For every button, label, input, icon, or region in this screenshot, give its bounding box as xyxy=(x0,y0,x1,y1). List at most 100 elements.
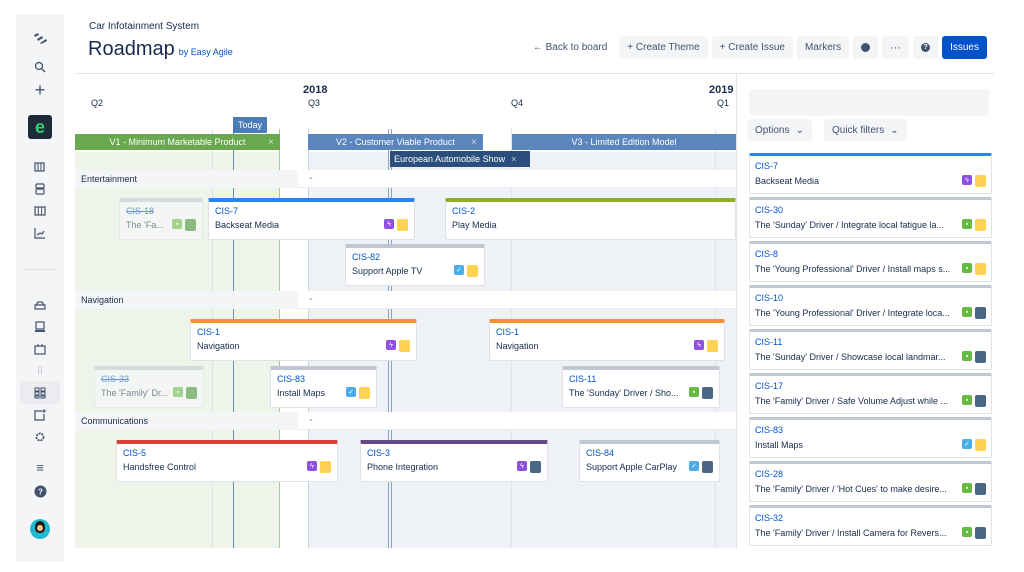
swimlane-header[interactable]: Entertainment ⌄ xyxy=(75,170,736,188)
reports-icon[interactable] xyxy=(16,222,64,244)
back-to-board-button[interactable]: ← Back to board xyxy=(525,36,615,59)
help-icon: ? xyxy=(921,43,931,52)
easy-agile-logo-icon[interactable]: e xyxy=(28,115,52,139)
issue-key[interactable]: CIS-2 xyxy=(452,206,475,216)
roadmap-card[interactable]: CIS-2 Play Media xyxy=(445,198,736,240)
more-button[interactable]: ··· xyxy=(882,36,910,59)
today-marker: Today xyxy=(233,117,267,133)
search-icon[interactable] xyxy=(16,56,64,78)
quick-filters-dropdown[interactable]: Quick filters ⌄ xyxy=(824,119,907,141)
issue-key[interactable]: CIS-83 xyxy=(277,374,305,384)
version-bar-v3[interactable]: V3 - Limited Edition Model xyxy=(512,134,736,150)
list-item[interactable]: CIS-17 The 'Family' Driver / Safe Volume… xyxy=(749,373,992,414)
avatar[interactable] xyxy=(30,519,50,539)
list-item[interactable]: CIS-30 The 'Sunday' Driver / Integrate l… xyxy=(749,197,992,238)
priority-icon xyxy=(975,483,986,495)
issue-key[interactable]: CIS-18 xyxy=(126,206,154,216)
create-issue-button[interactable]: + Create Issue xyxy=(711,36,793,59)
issue-summary: Backseat Media xyxy=(755,176,820,186)
issue-key[interactable]: CIS-10 xyxy=(755,293,783,303)
plus-icon[interactable]: + xyxy=(16,79,64,101)
version-bar-v2[interactable]: V2 - Customer Viable Product × xyxy=(308,134,483,150)
releases-icon[interactable] xyxy=(16,294,64,316)
issue-key[interactable]: CIS-82 xyxy=(352,252,380,262)
issue-key[interactable]: CIS-7 xyxy=(755,161,778,171)
issue-key[interactable]: CIS-8 xyxy=(755,249,778,259)
issue-key[interactable]: CIS-33 xyxy=(101,374,129,384)
roadmap-card[interactable]: CIS-18 The 'Fa... ▪ xyxy=(119,198,203,240)
roadmap-icon[interactable] xyxy=(20,382,60,404)
chevron-down-icon[interactable]: ⌄ xyxy=(308,294,314,302)
issue-key[interactable]: CIS-83 xyxy=(755,425,783,435)
roadmap-card[interactable]: CIS-1 Navigation ϟ xyxy=(489,319,725,361)
issue-key[interactable]: CIS-84 xyxy=(586,448,614,458)
roadmap-card[interactable]: CIS-7 Backseat Media ϟ xyxy=(208,198,415,240)
issue-key[interactable]: CIS-17 xyxy=(755,381,783,391)
backlog-icon[interactable] xyxy=(16,156,64,178)
quarter-label: Q3 xyxy=(308,98,321,108)
columns-icon[interactable] xyxy=(16,200,64,222)
issue-key[interactable]: CIS-7 xyxy=(215,206,238,216)
issue-key[interactable]: CIS-11 xyxy=(755,337,782,347)
add-item-icon[interactable] xyxy=(16,404,64,426)
version-bar-v1[interactable]: V1 - Minimum Marketable Product × xyxy=(75,134,280,150)
issues-button[interactable]: Issues xyxy=(942,36,987,59)
issues-search-input[interactable] xyxy=(749,89,989,116)
list-item[interactable]: CIS-11 The 'Sunday' Driver / Showcase lo… xyxy=(749,329,992,370)
issue-summary: The 'Young Professional' Driver / Integr… xyxy=(755,308,950,318)
menu-icon[interactable]: ≡ xyxy=(16,456,64,478)
chevron-down-icon: ⌄ xyxy=(795,124,804,136)
version-label: V1 - Minimum Marketable Product xyxy=(109,137,246,147)
swimlane-label: Navigation xyxy=(75,291,298,309)
roadmap-card[interactable]: CIS-3 Phone Integration ϟ xyxy=(360,440,548,482)
roadmap-card[interactable]: CIS-5 Handsfree Control ϟ xyxy=(116,440,338,482)
markers-button[interactable]: Markers xyxy=(796,36,850,59)
roadmap-card[interactable]: CIS-11 The 'Sunday' Driver / Sho... ▪ xyxy=(562,366,720,408)
priority-icon xyxy=(702,461,713,473)
breadcrumb[interactable]: Car Infotainment System xyxy=(89,21,199,32)
issue-key[interactable]: CIS-11 xyxy=(569,374,596,384)
list-item[interactable]: CIS-28 The 'Family' Driver / 'Hot Cues' … xyxy=(749,461,992,502)
issue-key[interactable]: CIS-1 xyxy=(197,327,220,337)
roadmap-card[interactable]: CIS-33 The 'Family' Dr... ▪ xyxy=(94,366,204,408)
swimlane-header[interactable]: Communications ⌄ xyxy=(75,412,736,430)
calendar-icon[interactable] xyxy=(16,338,64,360)
list-item[interactable]: CIS-32 The 'Family' Driver / Install Cam… xyxy=(749,505,992,546)
roadmap-card[interactable]: CIS-82 Support Apple TV ✓ xyxy=(345,244,485,286)
options-dropdown[interactable]: Options ⌄ xyxy=(747,119,812,141)
swimlane-header[interactable]: Navigation ⌄ xyxy=(75,291,736,309)
issue-key[interactable]: CIS-3 xyxy=(367,448,390,458)
close-icon[interactable]: × xyxy=(471,137,477,148)
create-theme-button[interactable]: + Create Theme xyxy=(619,36,708,59)
issue-summary: The 'Sunday' Driver / Sho... xyxy=(569,388,679,398)
issue-summary: The 'Young Professional' Driver / Instal… xyxy=(755,264,951,274)
settings-icon[interactable] xyxy=(16,426,64,448)
marker-european-automobile-show[interactable]: European Automobile Show × xyxy=(390,151,530,167)
roadmap-card[interactable]: CIS-1 Navigation ϟ xyxy=(190,319,417,361)
roadmap-card[interactable]: CIS-83 Install Maps ✓ xyxy=(270,366,377,408)
close-icon[interactable]: × xyxy=(511,154,516,164)
issue-key[interactable]: CIS-1 xyxy=(496,327,519,337)
jira-logo-icon[interactable] xyxy=(16,26,64,48)
board-icon[interactable] xyxy=(16,178,64,200)
components-icon[interactable]: ⁞⁞ xyxy=(16,360,64,382)
chevron-down-icon[interactable]: ⌄ xyxy=(308,415,314,423)
help-button[interactable]: ? xyxy=(913,36,939,59)
help-icon[interactable]: ? xyxy=(16,480,64,502)
chevron-down-icon[interactable]: ⌄ xyxy=(308,173,314,181)
roadmap-card[interactable]: CIS-84 Support Apple CarPlay ✓ xyxy=(579,440,720,482)
history-button[interactable] xyxy=(853,36,879,59)
list-item[interactable]: CIS-83 Install Maps ✓ xyxy=(749,417,992,458)
story-icon: ▪ xyxy=(962,263,972,273)
close-icon[interactable]: × xyxy=(268,137,274,148)
roadmap-timeline[interactable]: 2018 2019 Q2 Q3 Q4 Q1 Today V1 - Minimum… xyxy=(75,74,736,548)
list-item[interactable]: CIS-10 The 'Young Professional' Driver /… xyxy=(749,285,992,326)
page-subtitle[interactable]: by Easy Agile xyxy=(179,47,233,57)
deployments-icon[interactable] xyxy=(16,316,64,338)
list-item[interactable]: CIS-8 The 'Young Professional' Driver / … xyxy=(749,241,992,282)
issue-key[interactable]: CIS-30 xyxy=(755,205,783,215)
issue-key[interactable]: CIS-5 xyxy=(123,448,146,458)
issue-key[interactable]: CIS-28 xyxy=(755,469,783,479)
list-item[interactable]: CIS-7 Backseat Media ϟ xyxy=(749,153,992,194)
issue-key[interactable]: CIS-32 xyxy=(755,513,783,523)
